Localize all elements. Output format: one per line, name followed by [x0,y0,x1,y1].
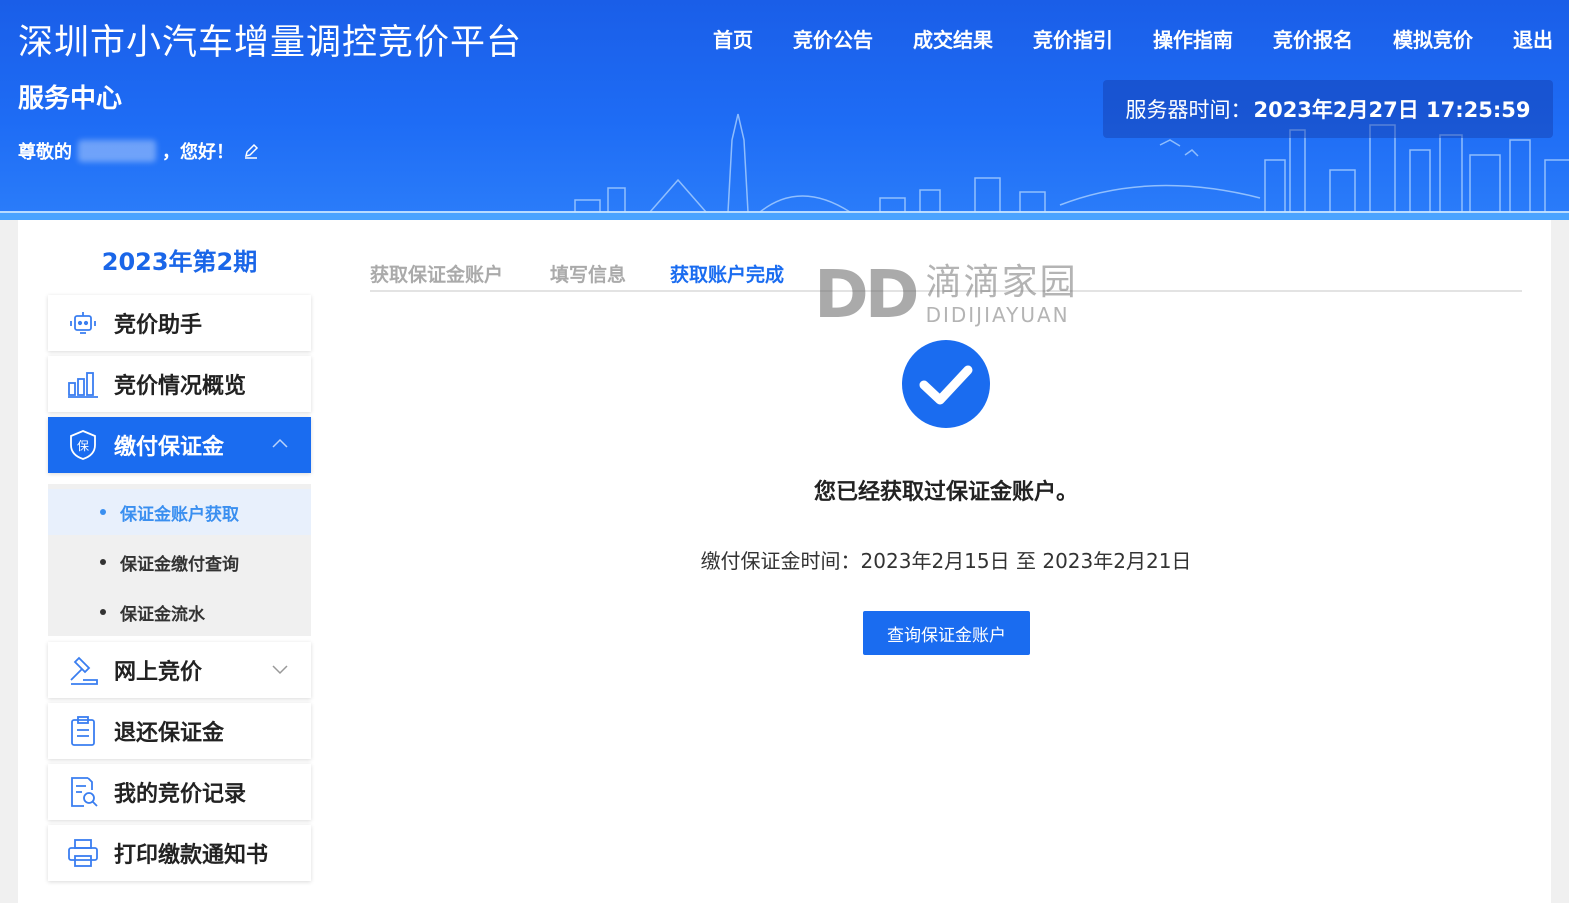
greeting-suffix: ，您好！ [162,142,234,163]
header-bottom-line [0,213,1569,220]
bar-chart-icon [66,367,100,401]
header: 深圳市小汽车增量调控竞价平台 首页 竞价公告 成交结果 竞价指引 操作指南 竞价… [0,0,1569,220]
step-complete: 获取账户完成 [670,264,785,286]
success-check-icon [902,340,990,428]
nav-results[interactable]: 成交结果 [913,24,993,53]
printer-icon [66,836,100,870]
bullet-icon [100,559,106,565]
svg-text:保: 保 [77,439,89,453]
submenu-item-label: 保证金缴付查询 [120,554,239,575]
sidebar-item-label: 网上竞价 [114,660,203,685]
user-greeting: 尊敬的 ，您好！ [18,138,260,164]
submenu-item-get-account[interactable]: 保证金账户获取 [48,489,311,535]
nav-simulation[interactable]: 模拟竞价 [1393,24,1473,53]
watermark-en: DIDIJIAYUAN [925,302,1070,327]
service-center-title: 服务中心 [18,84,123,114]
main-panel: 2023年第2期 竞价助手 竞价情况概览 保 缴付保证金 保证金账户获取 保证金… [18,220,1551,903]
submenu-item-label: 保证金账户获取 [120,504,239,525]
sidebar-item-label: 退还保证金 [114,721,225,746]
sidebar-item-label: 缴付保证金 [114,435,225,460]
submenu-item-payment-query[interactable]: 保证金缴付查询 [48,539,311,585]
nav-announcement[interactable]: 竞价公告 [793,24,873,53]
content-area: 获取保证金账户 填写信息 获取账户完成 DD 滴滴家园 DIDIJIAYUAN … [370,220,1522,903]
submenu-item-deposit-flow[interactable]: 保证金流水 [48,589,311,635]
nav-operation-guide[interactable]: 操作指南 [1153,24,1233,53]
server-time-label: 服务器时间： [1125,98,1252,122]
site-title: 深圳市小汽车增量调控竞价平台 [18,23,523,63]
nav-home[interactable]: 首页 [713,24,753,53]
server-time-value: 2023年2月27日 17:25:59 [1253,98,1531,122]
gavel-icon [66,653,100,687]
deposit-period-text: 缴付保证金时间：2023年2月15日 至 2023年2月21日 [700,549,1192,573]
watermark-text: 滴滴家园 DIDIJIAYUAN [925,261,1078,327]
sidebar-item-label: 打印缴款通知书 [114,843,269,868]
document-search-icon [66,775,100,809]
nav-registration[interactable]: 竞价报名 [1273,24,1353,53]
watermark-logo: DD 滴滴家园 DIDIJIAYUAN [814,256,1078,333]
nav-logout[interactable]: 退出 [1513,24,1553,53]
sidebar-item-print-notice[interactable]: 打印缴款通知书 [48,825,311,881]
sidebar-item-refund-deposit[interactable]: 退还保证金 [48,703,311,759]
top-nav: 首页 竞价公告 成交结果 竞价指引 操作指南 竞价报名 模拟竞价 退出 [673,24,1553,53]
blurred-username [78,140,156,162]
success-message: 您已经获取过保证金账户。 [813,480,1078,505]
robot-icon [66,306,100,340]
sidebar-item-label: 竞价助手 [114,313,203,338]
step-get-account: 获取保证金账户 [370,264,504,286]
submenu-item-label: 保证金流水 [120,604,205,625]
sidebar-item-label: 竞价情况概览 [114,374,247,399]
edit-icon[interactable] [242,142,260,160]
bullet-icon [100,609,106,615]
query-deposit-account-button[interactable]: 查询保证金账户 [863,611,1030,655]
chevron-down-icon [272,665,288,675]
sidebar-item-my-bid-records[interactable]: 我的竞价记录 [48,764,311,820]
deposit-submenu: 保证金账户获取 保证金缴付查询 保证金流水 [48,484,311,636]
sidebar-item-online-bid[interactable]: 网上竞价 [48,642,311,698]
watermark-cn: 滴滴家园 [925,261,1078,303]
server-time-box: 服务器时间： 2023年2月27日 17:25:59 [1103,80,1553,138]
sidebar-item-bid-overview[interactable]: 竞价情况概览 [48,356,311,412]
sidebar-item-label: 我的竞价记录 [114,782,247,807]
sidebar-item-pay-deposit[interactable]: 保 缴付保证金 [48,417,311,473]
greeting-prefix: 尊敬的 [18,142,72,163]
step-fill-info: 填写信息 [550,264,627,286]
nav-guide[interactable]: 竞价指引 [1033,24,1113,53]
bullet-icon [100,509,106,515]
sidebar-item-bid-assistant[interactable]: 竞价助手 [48,295,311,351]
period-title: 2023年第2期 [101,248,258,276]
clipboard-icon [66,714,100,748]
watermark-mark: DD [814,256,920,333]
shield-icon: 保 [66,428,100,462]
chevron-up-icon [272,438,288,448]
